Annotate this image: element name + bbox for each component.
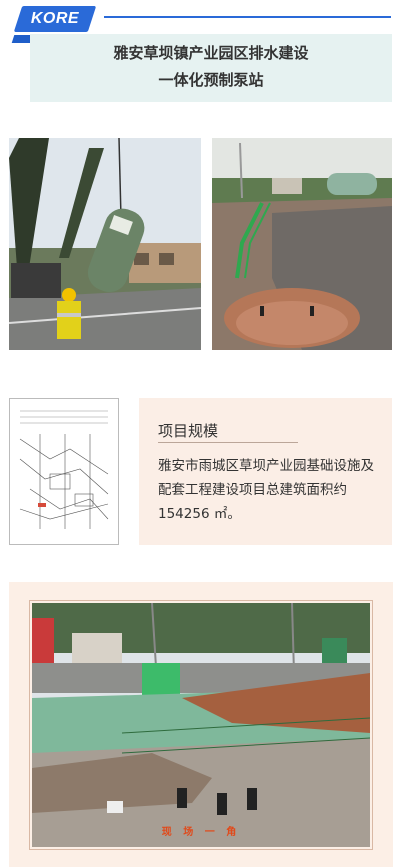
page-title-line1: 雅安草坝镇产业园区排水建设 xyxy=(113,44,309,62)
site-photo-caption: 现 场 一 角 xyxy=(161,827,241,838)
photo-crane-lifting-tank xyxy=(9,138,201,350)
photo-site-scene xyxy=(29,600,373,850)
project-scale-description: 雅安市雨城区草坝产业园基础设施及配套工程建设项目总建筑面积约154256 ㎡。 xyxy=(158,458,374,522)
brand-logo-text: KORE xyxy=(30,10,80,27)
heading-underline xyxy=(158,442,298,443)
project-scale-heading: 项目规模 xyxy=(158,422,219,440)
photo-excavation-pit xyxy=(212,138,392,350)
header-divider xyxy=(104,16,391,18)
drawing-thumbnail xyxy=(9,398,119,545)
page-title: 雅安草坝镇产业园区排水建设 一体化预制泵站 xyxy=(30,40,392,94)
page-title-line2: 一体化预制泵站 xyxy=(158,71,264,89)
